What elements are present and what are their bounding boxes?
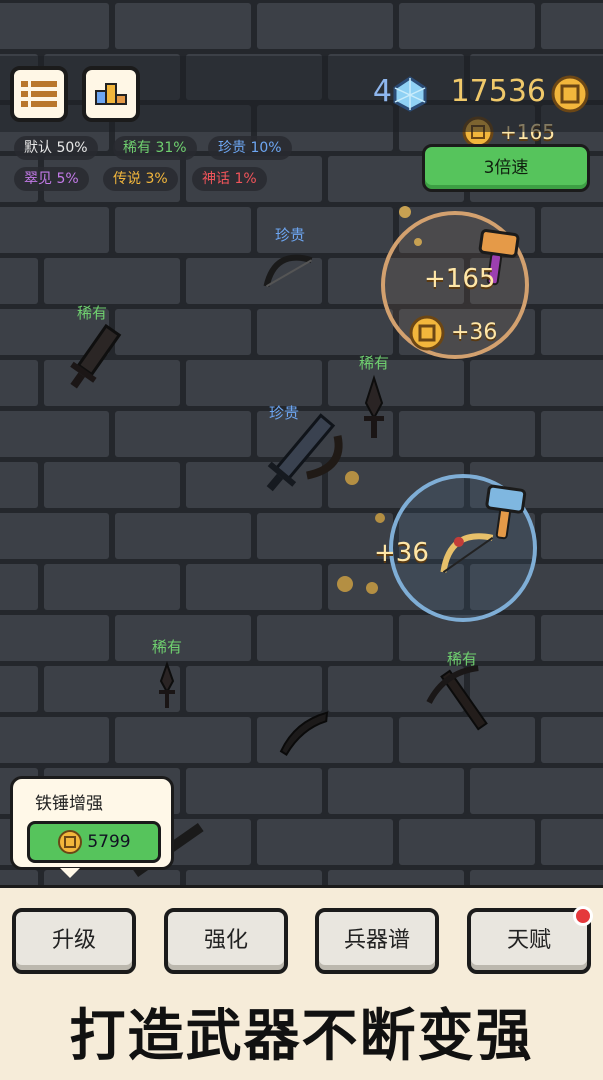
upgrade-button[interactable]: 升级 (12, 908, 136, 974)
dagger-weapon (364, 374, 384, 438)
talent-label: 天赋 (506, 928, 551, 953)
blade-weapon (279, 711, 329, 756)
popup-title: 铁锤增强 (35, 794, 103, 814)
rarity-label-precious: 珍贵 (268, 404, 299, 422)
rarity-chip-legendary: 传说 3% (103, 167, 178, 191)
hammer-upgrade-popup: 铁锤增强 5799 (10, 776, 174, 870)
top-bar: 4 17536 (0, 56, 603, 132)
weapons-catalog-button[interactable]: 兵器谱 (315, 908, 439, 974)
coin-count: 17536 (450, 74, 546, 109)
coin-icon (551, 75, 589, 113)
talent-button[interactable]: 天赋 (467, 906, 593, 974)
bow-weapon (263, 254, 313, 288)
coin-reward-text: +36 (451, 320, 498, 345)
rarity-label-precious: 珍贵 (274, 226, 305, 244)
menu-button[interactable] (10, 66, 68, 122)
podium-icon (95, 83, 127, 105)
rarity-chip-default: 默认 50% (14, 136, 98, 160)
sword-weapon (70, 323, 122, 389)
gem-icon (393, 76, 427, 112)
rarity-chip-precious: 珍贵 10% (208, 136, 292, 160)
popup-tail (60, 868, 80, 878)
notification-dot (573, 906, 593, 926)
buy-upgrade-button[interactable]: 5799 (27, 821, 161, 863)
forge-reward-text: +36 (374, 538, 429, 568)
promo-slogan: 打造武器不断变强 (69, 1004, 534, 1069)
rarity-label-rare: 稀有 (151, 638, 182, 656)
forge-reward-text: +165 (424, 264, 496, 294)
upgrade-price: 5799 (87, 832, 131, 852)
dagger-weapon (159, 660, 175, 708)
rarity-label-rare: 稀有 (446, 650, 477, 668)
coin-icon (58, 830, 83, 854)
coin-icon (409, 315, 445, 351)
gem-count: 4 (372, 74, 392, 109)
enhance-button[interactable]: 强化 (164, 908, 288, 974)
list-icon (21, 81, 57, 107)
game-field[interactable]: 珍贵 稀有 稀有 珍贵 稀有 稀有 +165 +165 +36 +36 (0, 0, 603, 885)
rarity-chip-rare: 稀有 31% (113, 136, 197, 160)
rarity-label-rare: 稀有 (358, 354, 389, 372)
bottom-panel: 升级 强化 兵器谱 天赋 打造武器不断变强 (0, 885, 603, 1080)
axe-weapon (266, 413, 343, 492)
rarity-chip-mythic: 神话 1% (192, 167, 267, 191)
leaderboard-button[interactable] (82, 66, 140, 122)
speed-button[interactable]: 3倍速 (422, 144, 590, 192)
rarity-chip-uncommon: 翠见 5% (14, 167, 89, 191)
crossbow-weapon (426, 665, 488, 731)
rarity-label-rare: 稀有 (76, 304, 107, 322)
